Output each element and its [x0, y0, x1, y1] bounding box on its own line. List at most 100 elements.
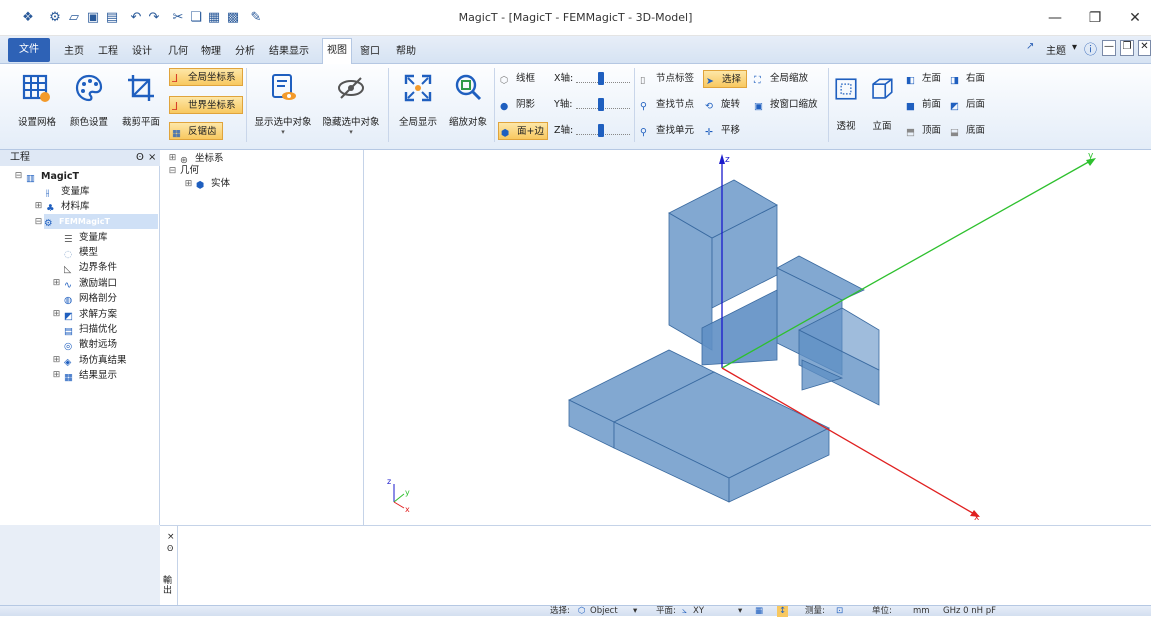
theme-menu[interactable]: 主题 — [1046, 42, 1066, 57]
unit-value[interactable]: mm — [913, 606, 930, 617]
wireframe-toggle[interactable]: ⬡ 线框 — [498, 70, 546, 88]
face-edge-toggle[interactable]: ⬢ 面+边 — [498, 122, 548, 140]
tree-child-boundary[interactable]: ◺ 边界条件 — [64, 260, 117, 275]
tree-variables[interactable]: ⫲ 变量库 — [46, 184, 90, 199]
z-axis-slider[interactable] — [576, 122, 630, 140]
find-node-button[interactable]: ⚲ 查找节点 — [638, 96, 698, 114]
panel-close-icon[interactable]: × — [148, 150, 156, 166]
tree-child-result-display[interactable]: ▦ 结果显示 — [64, 368, 117, 383]
shadow-toggle[interactable]: ● 阴影 — [498, 96, 546, 114]
window-zoom-button[interactable]: ▣ 按窗口缩放 — [752, 96, 826, 114]
menu-view[interactable]: 视图 — [322, 38, 352, 64]
menu-analysis[interactable]: 分析 — [235, 42, 255, 57]
menu-file[interactable]: 文件 — [8, 38, 50, 62]
expand-icon[interactable]: ⊞ — [184, 180, 193, 189]
snap-toggle-icon[interactable]: ↕ — [777, 606, 789, 617]
right-view-button[interactable]: ◨ 右面 — [948, 70, 990, 88]
collapse-icon[interactable]: ⊟ — [168, 167, 177, 176]
fit-all-button[interactable]: 全局显示 — [392, 72, 444, 128]
hide-selected-button[interactable]: 隐藏选中对象 ▾ — [318, 72, 384, 136]
tree-child-farfield[interactable]: ◎ 散射远场 — [64, 337, 117, 352]
measure-icon[interactable]: ⊡ — [836, 606, 843, 617]
grid-toggle-icon[interactable]: ▦ — [755, 606, 763, 617]
menu-window[interactable]: 窗口 — [360, 42, 380, 57]
expand-icon[interactable]: ⊞ — [52, 371, 61, 380]
close-button[interactable]: ✕ — [1120, 8, 1150, 28]
select-dropdown-icon[interactable]: ▾ — [633, 606, 637, 617]
top-view-button[interactable]: ⬒ 顶面 — [904, 122, 946, 140]
menu-result-display[interactable]: 结果显示 — [269, 42, 309, 57]
front-view-button[interactable]: ■ 前面 — [904, 96, 946, 114]
expand-icon[interactable]: ⊞ — [52, 356, 61, 365]
global-coord-toggle[interactable]: ⅃ 全局坐标系 — [169, 68, 243, 86]
node-label-toggle[interactable]: ▯ 节点标签 — [638, 70, 698, 88]
root-grid-icon: ▥ — [26, 173, 35, 184]
collapse-icon[interactable]: ⊟ — [34, 218, 43, 227]
expand-icon[interactable]: ⊞ — [168, 154, 177, 163]
tree-child-sweep[interactable]: ▤ 扫描优化 — [64, 322, 117, 337]
set-mesh-button[interactable]: 设置网格 — [10, 72, 64, 128]
global-zoom-button[interactable]: ⛶ 全局缩放 — [752, 70, 822, 88]
output-close-icon[interactable]: × — [167, 532, 175, 542]
mesh-grid-icon — [22, 74, 50, 102]
tree-child-solve[interactable]: ◩ 求解方案 — [64, 307, 117, 322]
perspective-label: 透视 — [836, 121, 856, 132]
info-icon[interactable]: ⓘ — [1084, 39, 1097, 58]
show-selected-button[interactable]: 显示选中对象 ▾ — [250, 72, 316, 136]
pan-mode-button[interactable]: ✛ 平移 — [703, 122, 747, 140]
rotate-mode-button[interactable]: ⟲ 旋转 — [703, 96, 747, 114]
x-axis-slider[interactable] — [576, 70, 630, 88]
tree-child-field-results[interactable]: ◈ 场仿真结果 — [64, 353, 127, 368]
tree-root[interactable]: ▥ MagicT — [26, 169, 79, 184]
minimize-button[interactable]: — — [1040, 8, 1070, 28]
world-coord-toggle[interactable]: ⅃ 世界坐标系 — [169, 96, 243, 114]
geo-solid[interactable]: ⬢ 实体 — [196, 176, 230, 191]
hide-selected-dropdown-icon[interactable]: ▾ — [318, 128, 384, 136]
doc-restore-button[interactable]: ❐ — [1120, 40, 1134, 56]
expand-icon[interactable]: ⊞ — [34, 202, 43, 211]
color-settings-button[interactable]: 颜色设置 — [62, 72, 116, 128]
left-view-button[interactable]: ◧ 左面 — [904, 70, 946, 88]
perspective-button[interactable]: 透视 — [830, 76, 862, 132]
menu-project[interactable]: 工程 — [98, 42, 118, 57]
tree-materials[interactable]: ♣ 材料库 — [46, 199, 90, 214]
output-side-tab[interactable]: 輸出 — [163, 576, 175, 596]
plane-value[interactable]: XY — [693, 606, 704, 617]
restore-button[interactable]: ❐ — [1080, 8, 1110, 28]
theme-dropdown-arrow-icon[interactable]: ▾ — [1072, 42, 1077, 53]
select-mode-value[interactable]: Object — [590, 606, 618, 617]
antialias-toggle[interactable]: ▦ 反锯齿 — [169, 122, 223, 140]
menu-design[interactable]: 设计 — [132, 42, 152, 57]
ribbon-separator — [494, 68, 495, 142]
tree-child-excitation[interactable]: ∿ 激励端口 — [64, 276, 117, 291]
elevation-button[interactable]: 立面 — [866, 76, 898, 132]
tree-child-mesh[interactable]: ◍ 网格剖分 — [64, 291, 117, 306]
collapse-icon[interactable]: ⊟ — [14, 172, 23, 181]
select-mode-toggle[interactable]: ➤ 选择 — [703, 70, 747, 88]
menu-home[interactable]: 主页 — [64, 42, 84, 57]
3d-scene[interactable]: z y x z y x — [364, 150, 1151, 525]
clip-plane-button[interactable]: 裁剪平面 — [114, 72, 168, 128]
output-pin-icon[interactable]: ʘ — [167, 544, 173, 553]
menu-geometry[interactable]: 几何 — [168, 42, 188, 57]
menu-physics[interactable]: 物理 — [201, 42, 221, 57]
tree-child-variables[interactable]: ☰ 变量库 — [64, 230, 108, 245]
back-view-button[interactable]: ◩ 后面 — [948, 96, 990, 114]
pin-icon[interactable]: ʘ — [136, 150, 144, 166]
bottom-view-button[interactable]: ⬓ 底面 — [948, 122, 990, 140]
3d-viewport[interactable]: z y x z y x — [364, 150, 1151, 525]
tree-child-model[interactable]: ◌ 模型 — [64, 245, 98, 260]
plane-dropdown-icon[interactable]: ▾ — [738, 606, 742, 617]
expand-icon[interactable]: ⊞ — [52, 310, 61, 319]
doc-close-button[interactable]: ✕ — [1138, 40, 1151, 56]
expand-icon[interactable]: ⊞ — [52, 279, 61, 288]
show-selected-dropdown-icon[interactable]: ▾ — [250, 128, 316, 136]
find-element-button[interactable]: ⚲ 查找单元 — [638, 122, 698, 140]
solid-model[interactable] — [568, 179, 880, 503]
y-axis-slider[interactable] — [576, 96, 630, 114]
menu-help[interactable]: 帮助 — [396, 42, 416, 57]
doc-minimize-button[interactable]: — — [1102, 40, 1116, 56]
window-zoom-icon: ▣ — [754, 101, 763, 112]
zoom-object-button[interactable]: 缩放对象 — [444, 72, 492, 128]
tree-project-selected[interactable]: ⚙ FEMMagicT — [44, 214, 158, 229]
